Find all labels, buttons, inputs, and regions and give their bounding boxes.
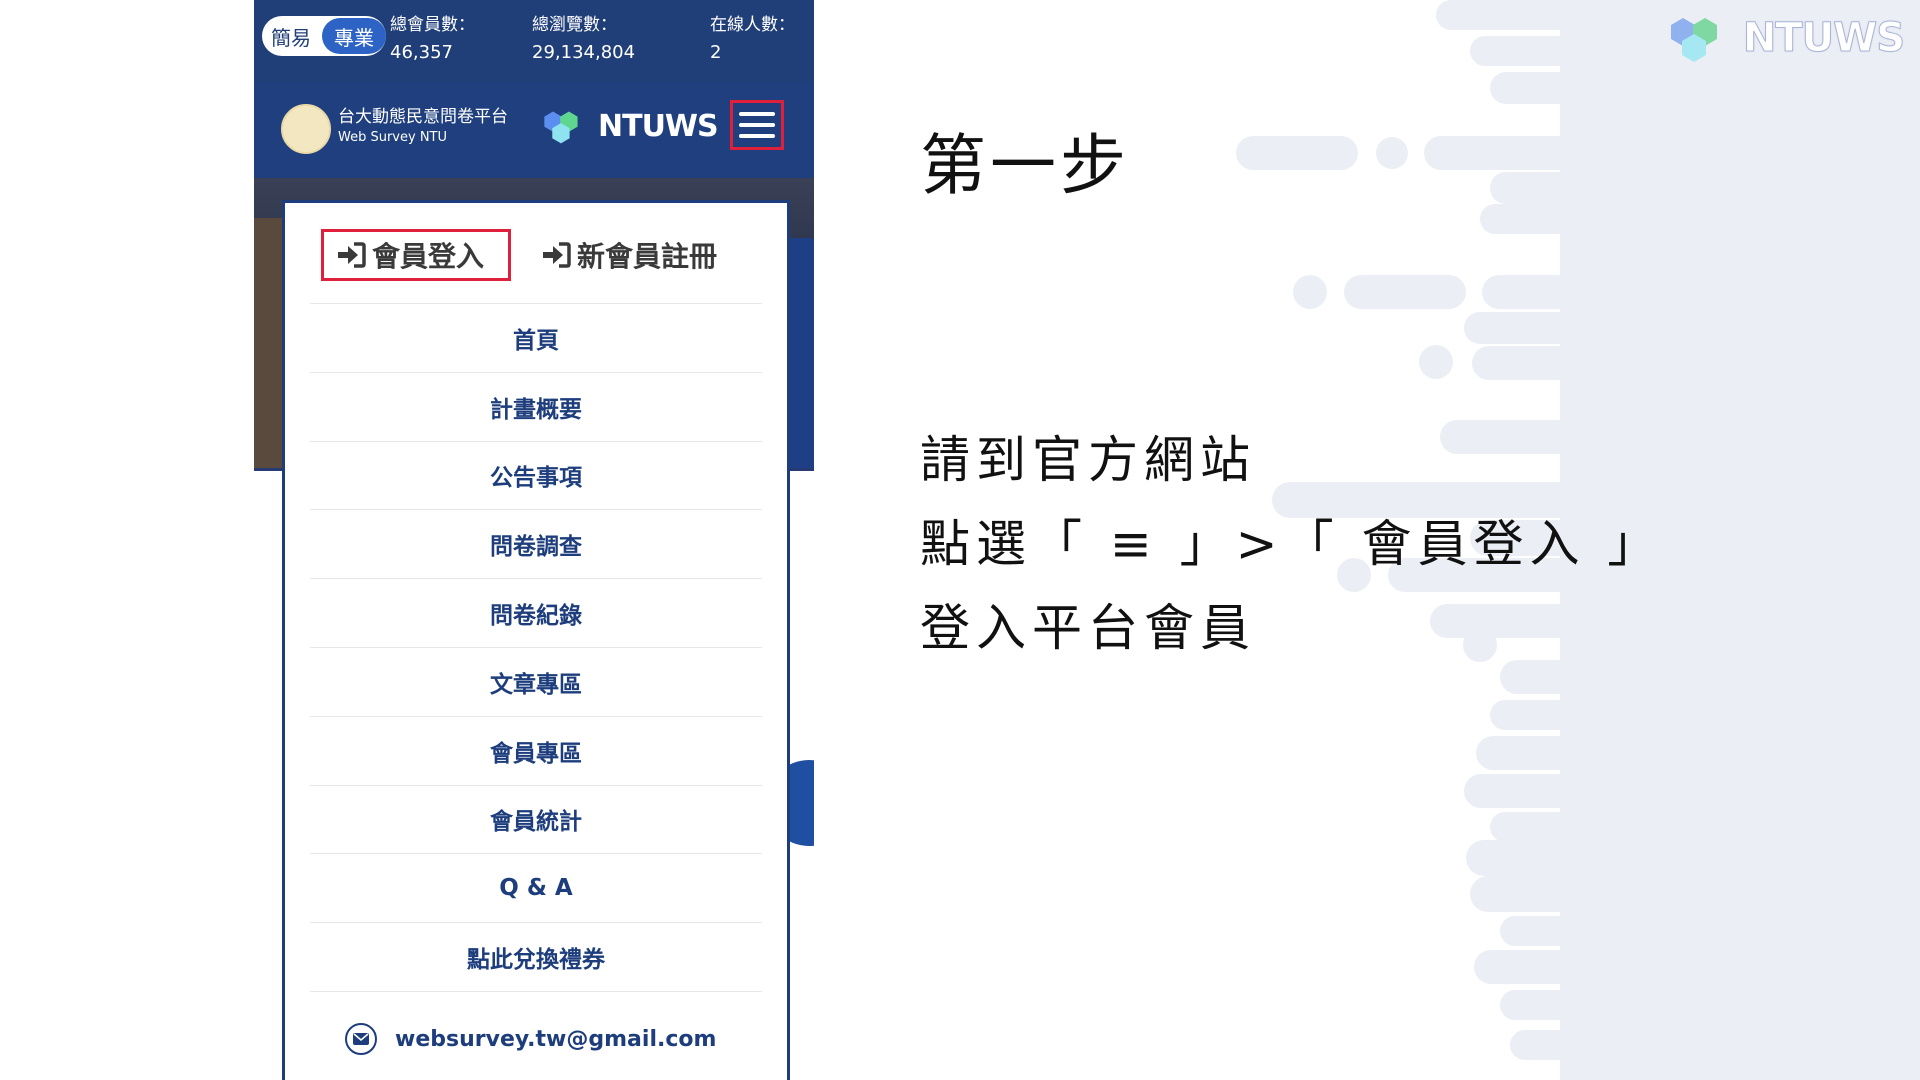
sign-in-icon bbox=[338, 242, 366, 268]
mode-simple-option[interactable]: 簡易 bbox=[262, 22, 320, 51]
stat-members-label: 總會員數： bbox=[390, 15, 475, 35]
menu-item-announcements[interactable]: 公告事項 bbox=[310, 442, 762, 511]
hexagon-cluster-icon bbox=[1670, 18, 1717, 62]
menu-item-home[interactable]: 首頁 bbox=[310, 304, 762, 373]
hexagon-cluster-icon bbox=[544, 111, 578, 144]
hamburger-menu-icon[interactable] bbox=[730, 100, 784, 150]
site-subtitle-text: Web Survey NTU bbox=[338, 130, 448, 145]
menu-item-member-stats[interactable]: 會員統計 bbox=[310, 786, 762, 855]
contact-email[interactable]: websurvey.tw@gmail.com bbox=[395, 1027, 716, 1052]
stat-online: 在線人數： 2 bbox=[710, 12, 795, 66]
login-button[interactable]: 會員登入 bbox=[321, 229, 511, 281]
instructions: 請到官方網站 點選「 ≡ 」>「 會員登入 」 登入平台會員 bbox=[920, 418, 1663, 670]
mode-pro-option[interactable]: 專業 bbox=[322, 18, 386, 54]
stat-members: 總會員數： 46,357 bbox=[390, 12, 475, 66]
site-title-text: 台大動態民意問卷平台 bbox=[338, 107, 508, 127]
menu-list: 首頁 計畫概要 公告事項 問卷調查 問卷紀錄 文章專區 會員專區 會員統計 Q … bbox=[310, 303, 762, 992]
instruction-line-2: 點選「 ≡ 」>「 會員登入 」 bbox=[920, 515, 1664, 573]
menu-item-redeem-vouchers[interactable]: 點此兌換禮券 bbox=[310, 923, 762, 992]
menu-item-survey-records[interactable]: 問卷紀錄 bbox=[310, 579, 762, 648]
login-label: 會員登入 bbox=[372, 240, 485, 273]
instruction-line-1: 請到官方網站 bbox=[920, 431, 1256, 489]
stat-members-value: 46,357 bbox=[390, 42, 453, 63]
step-title: 第一步 bbox=[920, 127, 1130, 204]
stat-views-value: 29,134,804 bbox=[532, 42, 636, 63]
mode-toggle[interactable]: 簡易 專業 bbox=[262, 16, 386, 56]
contact-email-row[interactable]: websurvey.tw@gmail.com bbox=[345, 1023, 716, 1055]
menu-item-surveys[interactable]: 問卷調查 bbox=[310, 510, 762, 580]
stat-online-value: 2 bbox=[710, 42, 722, 63]
sign-in-icon bbox=[543, 242, 571, 268]
stat-online-label: 在線人數： bbox=[710, 15, 795, 35]
envelope-icon bbox=[345, 1023, 377, 1055]
header-logo-text: NTUWS bbox=[598, 108, 719, 144]
brand-logo: NTUWS bbox=[1665, 12, 1906, 64]
register-label: 新會員註冊 bbox=[577, 240, 718, 273]
stats-bar: 簡易 專業 總會員數： 46,357 總瀏覽數： 29,134,804 在線人數… bbox=[254, 0, 814, 82]
menu-item-faq[interactable]: Q & A bbox=[310, 854, 762, 924]
instruction-line-3: 登入平台會員 bbox=[920, 599, 1256, 657]
menu-item-member-area[interactable]: 會員專區 bbox=[310, 717, 762, 786]
menu-item-articles[interactable]: 文章專區 bbox=[310, 648, 762, 717]
stat-views: 總瀏覽數： 29,134,804 bbox=[532, 12, 635, 66]
brand-logo-text: NTUWS bbox=[1742, 15, 1905, 62]
register-button[interactable]: 新會員註冊 bbox=[529, 229, 739, 281]
dropdown-menu: 會員登入 新會員註冊 首頁 計畫概要 公告事項 問卷調查 問卷紀錄 文章專區 會… bbox=[282, 200, 790, 1080]
header-logo[interactable]: NTUWS bbox=[540, 102, 719, 150]
auth-row: 會員登入 新會員註冊 bbox=[285, 203, 787, 303]
stat-views-label: 總瀏覽數： bbox=[532, 15, 617, 35]
site-title[interactable]: 台大動態民意問卷平台 Web Survey NTU bbox=[338, 106, 508, 148]
university-seal-icon bbox=[281, 104, 331, 154]
menu-item-project-overview[interactable]: 計畫概要 bbox=[310, 373, 762, 442]
site-header: 台大動態民意問卷平台 Web Survey NTU NTUWS bbox=[254, 82, 814, 178]
phone-screenshot: 簡易 專業 總會員數： 46,357 總瀏覽數： 29,134,804 在線人數… bbox=[254, 0, 814, 1080]
